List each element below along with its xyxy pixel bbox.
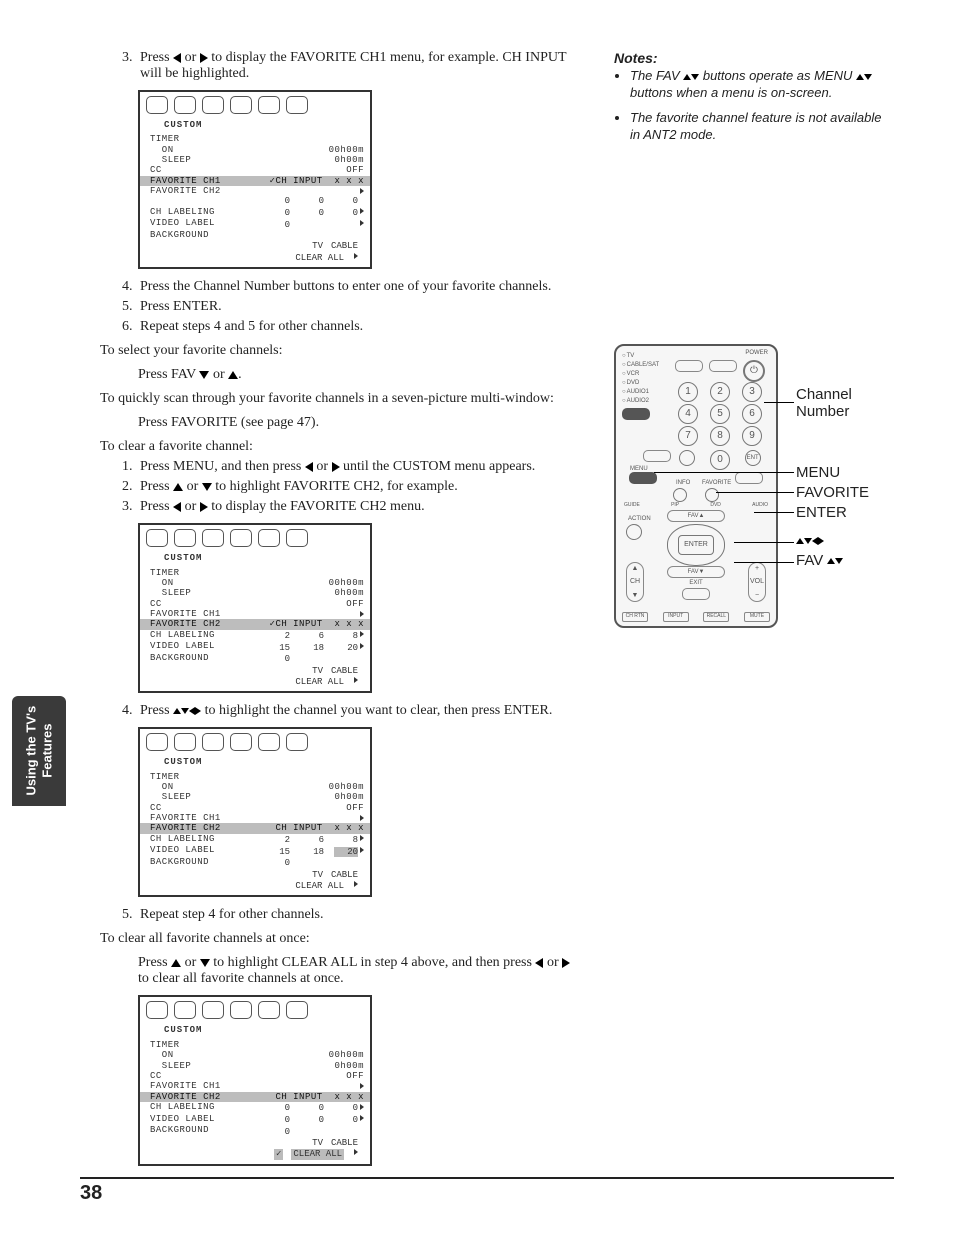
clear-intro: To clear a favorite channel: — [100, 439, 580, 455]
clear-step-5-list: Repeat step 4 for other channels. — [100, 907, 580, 923]
right-icon — [200, 502, 208, 512]
remote-tvvid-button — [643, 450, 671, 462]
remote-num-3: 3 — [742, 382, 762, 402]
scan-intro: To quickly scan through your favorite ch… — [100, 391, 580, 407]
note-2: The favorite channel feature is not avai… — [630, 110, 894, 144]
clear-steps-cont: Press to highlight the channel you want … — [100, 703, 580, 719]
step-6: Repeat steps 4 and 5 for other channels. — [136, 319, 580, 335]
remote-action-button — [626, 524, 642, 540]
select-intro: To select your favorite channels: — [100, 343, 580, 359]
page-number: 38 — [80, 1182, 102, 1205]
remote-mode-list: TVCABLE/SATVCR DVDAUDIO1AUDIO2 — [622, 352, 659, 420]
callout-arrows — [796, 532, 824, 549]
remote-info-button — [673, 488, 687, 502]
left-icon — [173, 502, 181, 512]
remote-bottom-row: CH RTN INPUT RECALL MUTE — [622, 612, 770, 622]
clear-step-2: Press or to highlight FAVORITE CH2, for … — [136, 479, 580, 495]
select-body: Press FAV or . — [138, 367, 580, 383]
remote-num-0: 0 — [710, 450, 730, 470]
right-icon — [200, 53, 208, 63]
footer-rule — [80, 1177, 894, 1179]
up-icon — [228, 371, 238, 379]
remote-num-6: 6 — [742, 404, 762, 424]
step-4: Press the Channel Number buttons to ente… — [136, 279, 580, 295]
callout-fav: FAV — [796, 552, 843, 569]
note-1: The FAV buttons operate as MENU buttons … — [630, 68, 894, 102]
side-column: Notes: The FAV buttons operate as MENU b… — [614, 50, 894, 628]
up-icon — [856, 74, 864, 80]
clear-steps: Press MENU, and then press or until the … — [100, 459, 580, 515]
remote-body: TVCABLE/SATVCR DVDAUDIO1AUDIO2 POWER ⏻ 1… — [614, 344, 778, 628]
remote-fav-up: FAV▲ — [667, 510, 725, 522]
remote-ent-button: ENT — [745, 450, 761, 466]
right-icon — [332, 462, 340, 472]
remote-ch-rocker: ▲CH▼ — [626, 562, 644, 602]
down-icon — [202, 483, 212, 491]
remote-fav-down: FAV▼ — [667, 566, 725, 578]
remote-num-1: 1 — [678, 382, 698, 402]
remote-num-9: 9 — [742, 426, 762, 446]
down-icon — [181, 708, 189, 714]
remote-num-8: 8 — [710, 426, 730, 446]
remote-vol-rocker: +VOL− — [748, 562, 766, 602]
callout-enter: ENTER — [796, 504, 847, 521]
remote-num-5: 5 — [710, 404, 730, 424]
steps-top: Press or to display the FAVORITE CH1 men… — [100, 50, 580, 82]
down-icon — [199, 371, 209, 379]
section-tab: Using the TV's Features — [12, 696, 66, 806]
remote-num-2: 2 — [710, 382, 730, 402]
clear-step-1: Press MENU, and then press or until the … — [136, 459, 580, 475]
remote-enter-button: ENTER — [678, 535, 714, 555]
clearall-intro: To clear all favorite channels at once: — [100, 931, 580, 947]
remote-sleep-button — [709, 360, 737, 372]
down-icon — [864, 74, 872, 80]
step-5: Press ENTER. — [136, 299, 580, 315]
callout-favorite: FAVORITE — [796, 484, 869, 501]
osd-menu-1: CUSTOM TIMER ON00h00m SLEEP0h00m CCOFF F… — [138, 90, 372, 269]
scan-body: Press FAVORITE (see page 47). — [138, 415, 580, 431]
clear-step-3: Press or to display the FAVORITE CH2 men… — [136, 499, 580, 515]
remote-power-label: POWER — [745, 350, 768, 356]
up-icon — [173, 483, 183, 491]
remote-theater-button — [735, 472, 763, 484]
remote-favorite-button — [705, 488, 719, 502]
clear-step-5: Repeat step 4 for other channels. — [136, 907, 580, 923]
remote-num-7: 7 — [678, 426, 698, 446]
remote-100-button — [679, 450, 695, 466]
notes-list: The FAV buttons operate as MENU buttons … — [614, 68, 894, 144]
up-icon — [173, 708, 181, 714]
osd-menu-3: CUSTOM TIMER ON00h00m SLEEP0h00m CCOFF F… — [138, 727, 372, 897]
step-3: Press or to display the FAVORITE CH1 men… — [136, 50, 580, 82]
remote-exit-button — [682, 588, 710, 600]
remote-dpad: ENTER — [667, 524, 725, 566]
left-icon — [173, 53, 181, 63]
left-icon — [305, 462, 313, 472]
steps-top-cont: Press the Channel Number buttons to ente… — [100, 279, 580, 335]
remote-num-4: 4 — [678, 404, 698, 424]
right-icon — [562, 958, 570, 968]
up-icon — [683, 74, 691, 80]
main-column: Press or to display the FAVORITE CH1 men… — [100, 50, 580, 1176]
remote-light-button — [675, 360, 703, 372]
clearall-body: Press or to highlight CLEAR ALL in step … — [138, 955, 580, 987]
remote-menu-button — [629, 472, 657, 484]
osd-menu-2: CUSTOM TIMER ON00h00m SLEEP0h00m CCOFF F… — [138, 523, 372, 693]
notes-heading: Notes: — [614, 50, 894, 66]
remote-mode-button — [622, 408, 650, 420]
down-icon — [200, 959, 210, 967]
callout-channel-number: Channel Number — [796, 386, 852, 420]
remote-power-button: ⏻ — [743, 360, 765, 382]
osd-menu-4: CUSTOM TIMER ON00h00m SLEEP0h00m CCOFF F… — [138, 995, 372, 1165]
remote-diagram: TVCABLE/SATVCR DVDAUDIO1AUDIO2 POWER ⏻ 1… — [614, 344, 894, 628]
clear-step-4: Press to highlight the channel you want … — [136, 703, 580, 719]
up-icon — [171, 959, 181, 967]
callout-menu: MENU — [796, 464, 840, 481]
